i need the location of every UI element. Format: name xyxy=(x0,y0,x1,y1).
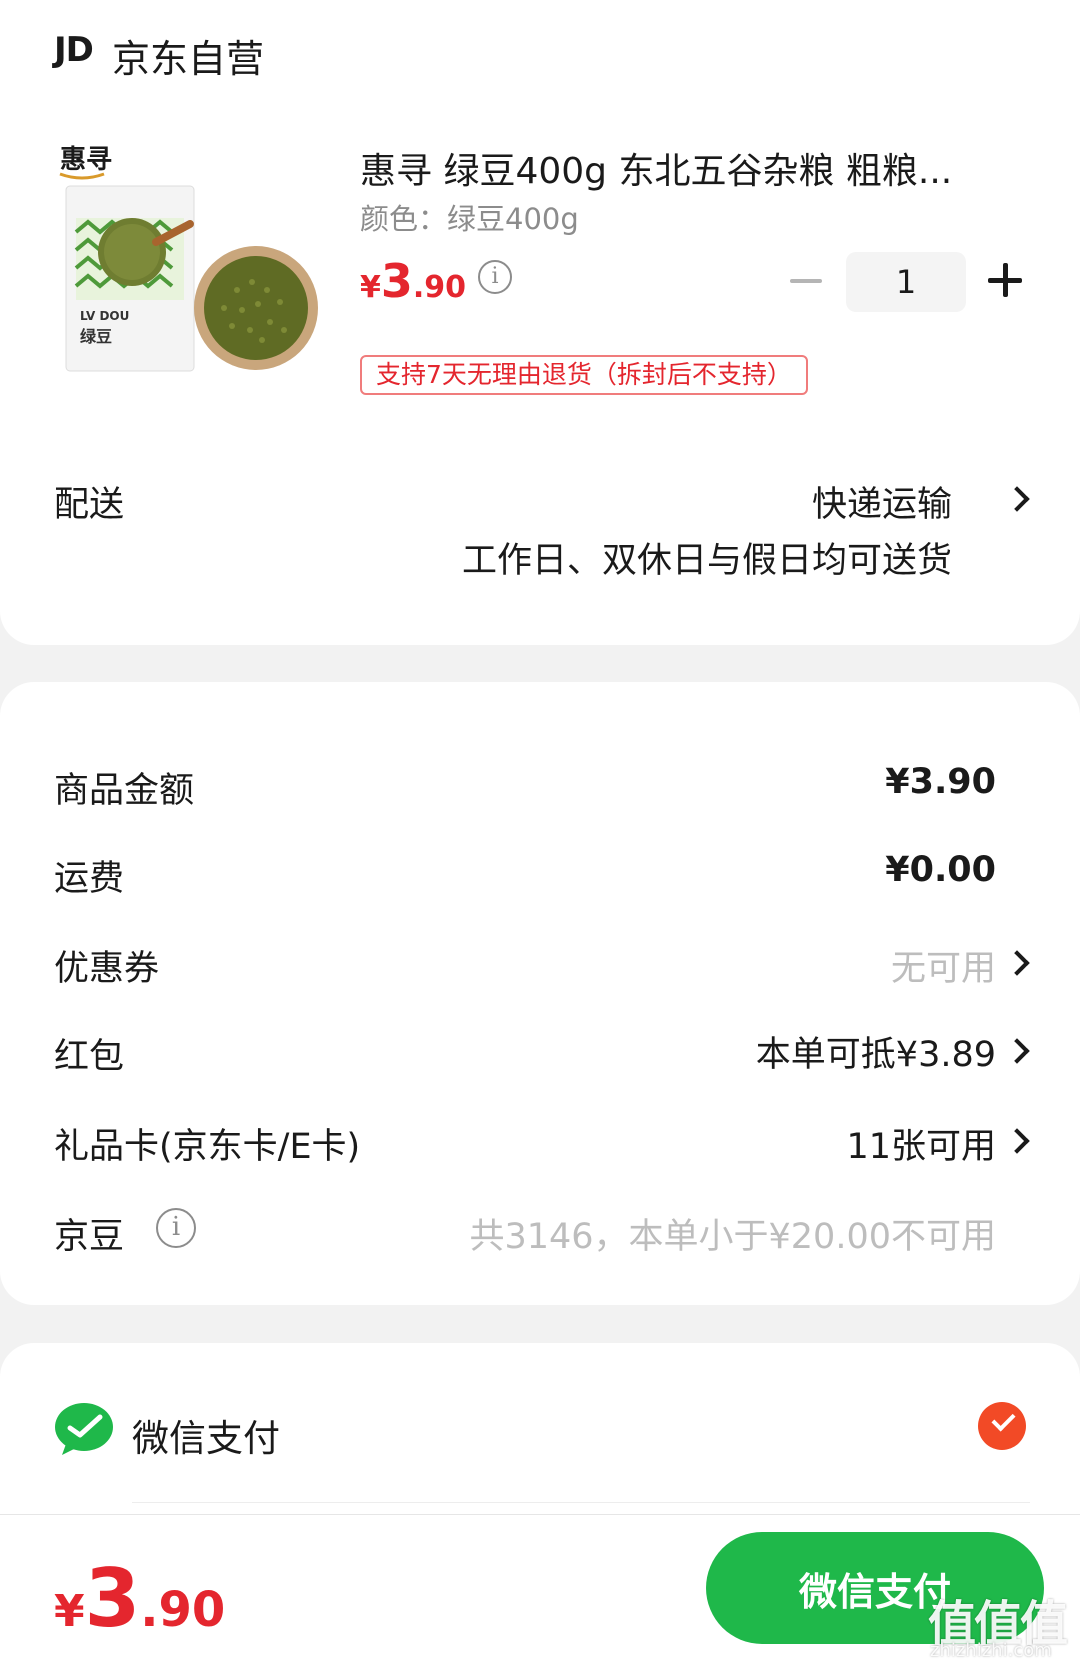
goods-amount-value: ¥3.90 xyxy=(885,762,996,802)
product-title[interactable]: 惠寻 绿豆400g 东北五谷杂粮 粗粮... xyxy=(360,142,985,194)
shipping-fee-value: ¥0.00 xyxy=(885,850,996,890)
jingdou-label: 京豆 xyxy=(54,1217,125,1257)
delivery-label: 配送 xyxy=(54,485,125,525)
delivery-method[interactable]: 快递运输 xyxy=(812,476,952,527)
wechat-pay-icon xyxy=(55,1403,113,1455)
price-info-icon[interactable]: i xyxy=(478,260,512,294)
payment-method-name[interactable]: 微信支付 xyxy=(132,1408,280,1462)
package-text: LV DOU xyxy=(80,309,129,323)
divider xyxy=(132,1502,1030,1503)
quantity-input[interactable]: 1 xyxy=(846,252,966,312)
watermark-url: zhizhizhi.com xyxy=(930,1640,1052,1661)
shipping-fee-label: 运费 xyxy=(54,859,125,899)
giftcard-value[interactable]: 11张可用 xyxy=(846,1118,996,1169)
coupon-value[interactable]: 无可用 xyxy=(891,940,996,991)
jingdou-info-icon[interactable]: i xyxy=(156,1208,196,1248)
giftcard-label: 礼品卡(京东卡/E卡) xyxy=(54,1127,361,1167)
delivery-note: 工作日、双休日与假日均可送货 xyxy=(461,541,952,581)
product-price: ¥3.90 xyxy=(360,254,467,308)
jingdou-value: 共3146，本单小于¥20.00不可用 xyxy=(469,1217,996,1257)
store-name[interactable]: 京东自营 xyxy=(112,28,264,83)
increase-quantity-button[interactable] xyxy=(988,263,1022,297)
package-name: 绿豆 xyxy=(80,327,112,346)
product-image[interactable]: 惠寻 LV DOU 绿豆 xyxy=(52,140,332,405)
jd-logo: JD xyxy=(54,30,94,70)
brand-logo-text: 惠寻 xyxy=(60,145,112,175)
decrease-quantity-button[interactable] xyxy=(790,279,822,283)
goods-amount-label: 商品金额 xyxy=(54,771,195,811)
coupon-label: 优惠券 xyxy=(54,949,160,989)
redpacket-label: 红包 xyxy=(54,1037,125,1077)
return-policy-badge: 支持7天无理由退货（拆封后不支持） xyxy=(360,355,808,395)
payment-selected-check-icon[interactable] xyxy=(978,1402,1026,1450)
total-price: ¥3.90 xyxy=(54,1552,226,1645)
product-variant[interactable]: 颜色：绿豆400g xyxy=(360,196,579,238)
redpacket-value[interactable]: 本单可抵¥3.89 xyxy=(756,1026,996,1077)
